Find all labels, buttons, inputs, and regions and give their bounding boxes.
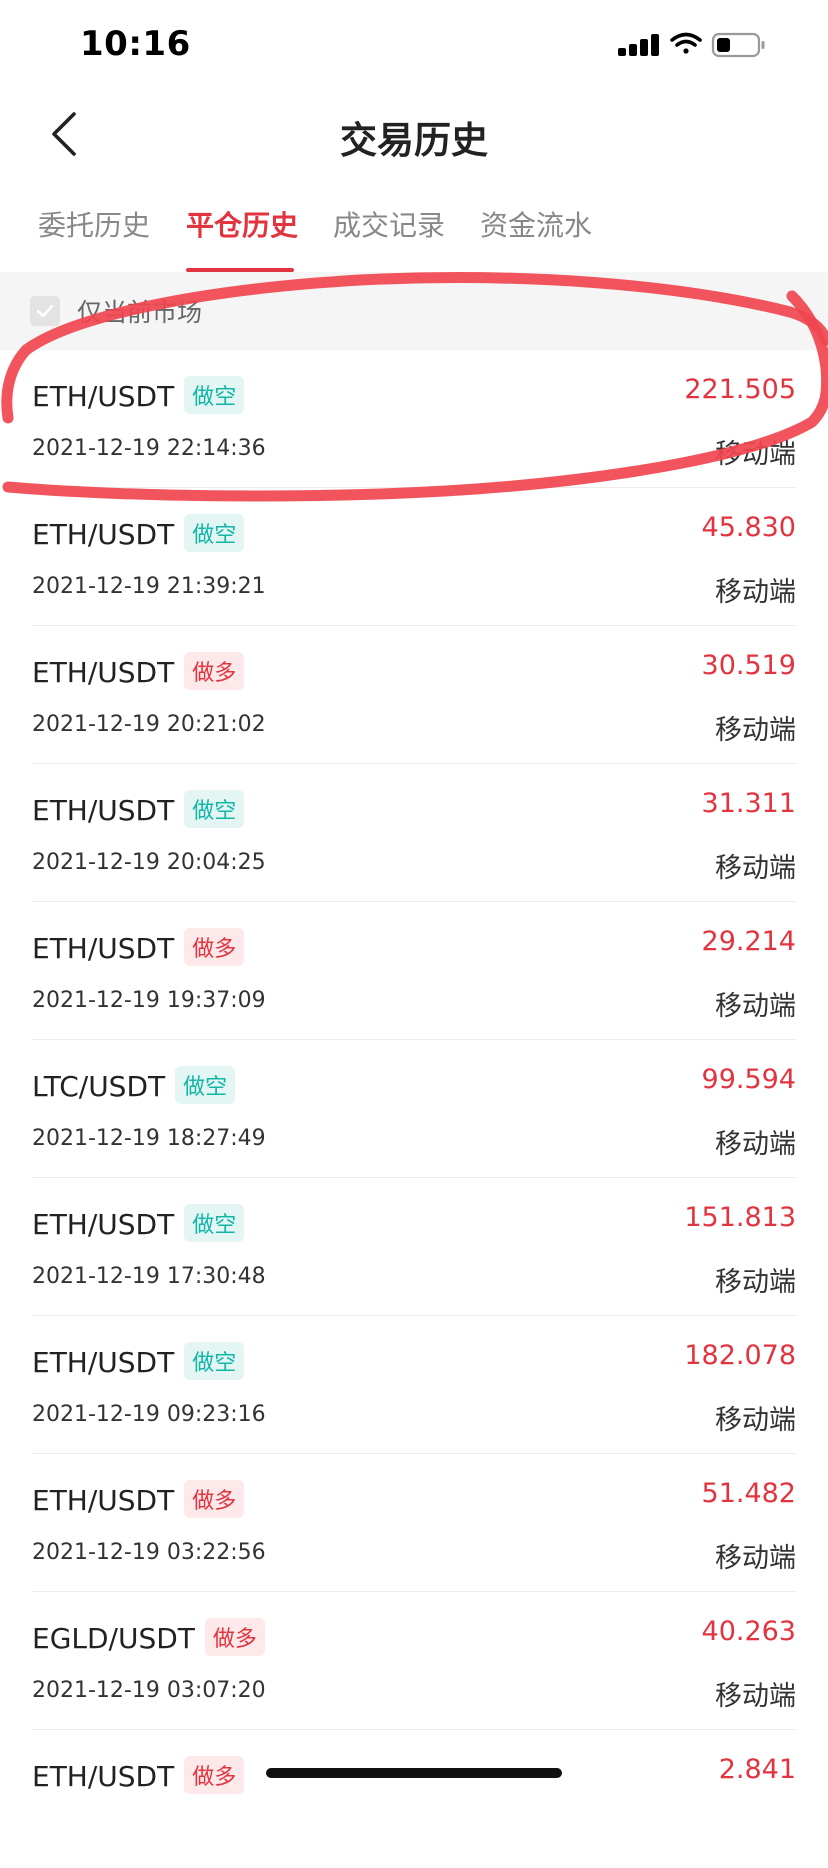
list-item[interactable]: ETH/USDT 做空 2021-12-19 22:14:36 221.505 移… <box>0 350 828 488</box>
trade-list: ETH/USDT 做空 2021-12-19 22:14:36 221.505 移… <box>0 350 828 1868</box>
cellular-signal-icon <box>618 34 659 56</box>
list-item[interactable]: ETH/USDT 做多 2021-12-19 20:21:02 30.519 移动… <box>0 626 828 764</box>
close-time: 2021-12-19 19:37:09 <box>32 988 266 1013</box>
close-time: 2021-12-19 21:39:21 <box>32 574 266 599</box>
side-badge: 做多 <box>184 928 245 966</box>
close-amount: 30.519 <box>701 650 796 681</box>
pair-name: ETH/USDT 做空 <box>32 790 245 828</box>
side-badge: 做多 <box>184 1756 245 1794</box>
close-amount: 45.830 <box>701 512 796 543</box>
pair-name: ETH/USDT 做空 <box>32 514 245 552</box>
tab-fund-flow[interactable]: 资金流水 <box>480 204 592 244</box>
status-bar: 10:16 <box>0 0 828 92</box>
status-icons <box>618 30 778 64</box>
pair-name: ETH/USDT 做多 <box>32 1756 245 1794</box>
channel-label: 移动端 <box>715 991 796 1022</box>
pair-name: EGLD/USDT 做多 <box>32 1618 265 1656</box>
list-item[interactable]: LTC/USDT 做空 2021-12-19 18:27:49 99.594 移动… <box>0 1040 828 1178</box>
current-market-label: 仅当前市场 <box>77 298 203 327</box>
channel-label: 移动端 <box>715 439 796 470</box>
side-badge: 做空 <box>184 514 245 552</box>
pair-name: LTC/USDT 做空 <box>32 1066 236 1104</box>
close-time: 2021-12-19 09:23:16 <box>32 1402 266 1427</box>
side-badge: 做空 <box>184 1204 245 1242</box>
list-item[interactable]: ETH/USDT 做空 2021-12-19 09:23:16 182.078 移… <box>0 1316 828 1454</box>
side-badge: 做空 <box>184 790 245 828</box>
close-amount: 31.311 <box>701 788 796 819</box>
close-amount: 151.813 <box>684 1202 796 1233</box>
home-indicator <box>266 1768 562 1778</box>
channel-label: 移动端 <box>715 1543 796 1574</box>
wifi-icon <box>670 32 702 54</box>
pair-name: ETH/USDT 做多 <box>32 928 245 966</box>
tab-close-history[interactable]: 平仓历史 <box>186 204 298 244</box>
list-item[interactable]: ETH/USDT 做空 2021-12-19 17:30:48 151.813 移… <box>0 1178 828 1316</box>
close-amount: 51.482 <box>701 1478 796 1509</box>
list-item[interactable]: ETH/USDT 做空 2021-12-19 20:04:25 31.311 移动… <box>0 764 828 902</box>
close-time: 2021-12-19 03:22:56 <box>32 1540 266 1565</box>
channel-label: 移动端 <box>715 715 796 746</box>
side-badge: 做空 <box>175 1066 236 1104</box>
check-icon <box>36 304 54 318</box>
channel-label: 移动端 <box>715 853 796 884</box>
list-item[interactable]: ETH/USDT 做多 2.841 <box>0 1730 828 1868</box>
filter-bar: 仅当前市场 <box>0 272 828 350</box>
tab-trade-records[interactable]: 成交记录 <box>333 204 445 244</box>
side-badge: 做多 <box>184 1480 245 1518</box>
page-title: 交易历史 <box>340 119 488 162</box>
channel-label: 移动端 <box>715 1405 796 1436</box>
close-time: 2021-12-19 22:14:36 <box>32 436 266 461</box>
pair-name: ETH/USDT 做空 <box>32 1342 245 1380</box>
pair-name: ETH/USDT 做空 <box>32 376 245 414</box>
battery-icon <box>711 32 765 58</box>
close-time: 2021-12-19 18:27:49 <box>32 1126 266 1151</box>
tab-bar: 委托历史 平仓历史 成交记录 资金流水 <box>0 192 828 272</box>
close-amount: 221.505 <box>684 374 796 405</box>
close-amount: 99.594 <box>701 1064 796 1095</box>
list-item[interactable]: ETH/USDT 做多 2021-12-19 03:22:56 51.482 移动… <box>0 1454 828 1592</box>
close-time: 2021-12-19 03:07:20 <box>32 1678 266 1703</box>
close-time: 2021-12-19 20:04:25 <box>32 850 266 875</box>
channel-label: 移动端 <box>715 1267 796 1298</box>
tab-order-history[interactable]: 委托历史 <box>38 204 150 244</box>
close-amount: 2.841 <box>718 1754 796 1785</box>
channel-label: 移动端 <box>715 577 796 608</box>
side-badge: 做空 <box>184 1342 245 1380</box>
side-badge: 做多 <box>204 1618 265 1656</box>
status-time: 10:16 <box>80 24 191 64</box>
side-badge: 做多 <box>184 652 245 690</box>
pair-name: ETH/USDT 做多 <box>32 1480 245 1518</box>
pair-name: ETH/USDT 做多 <box>32 652 245 690</box>
pair-name: ETH/USDT 做空 <box>32 1204 245 1242</box>
side-badge: 做空 <box>184 376 245 414</box>
channel-label: 移动端 <box>715 1129 796 1160</box>
list-item[interactable]: EGLD/USDT 做多 2021-12-19 03:07:20 40.263 移… <box>0 1592 828 1730</box>
status-icons-svg <box>618 32 765 58</box>
close-amount: 40.263 <box>701 1616 796 1647</box>
nav-bar: 交易历史 <box>0 92 828 176</box>
close-time: 2021-12-19 20:21:02 <box>32 712 266 737</box>
close-amount: 182.078 <box>684 1340 796 1371</box>
current-market-checkbox[interactable] <box>30 296 60 326</box>
list-item[interactable]: ETH/USDT 做空 2021-12-19 21:39:21 45.830 移动… <box>0 488 828 626</box>
close-amount: 29.214 <box>701 926 796 957</box>
close-time: 2021-12-19 17:30:48 <box>32 1264 266 1289</box>
channel-label: 移动端 <box>715 1681 796 1712</box>
list-item[interactable]: ETH/USDT 做多 2021-12-19 19:37:09 29.214 移动… <box>0 902 828 1040</box>
